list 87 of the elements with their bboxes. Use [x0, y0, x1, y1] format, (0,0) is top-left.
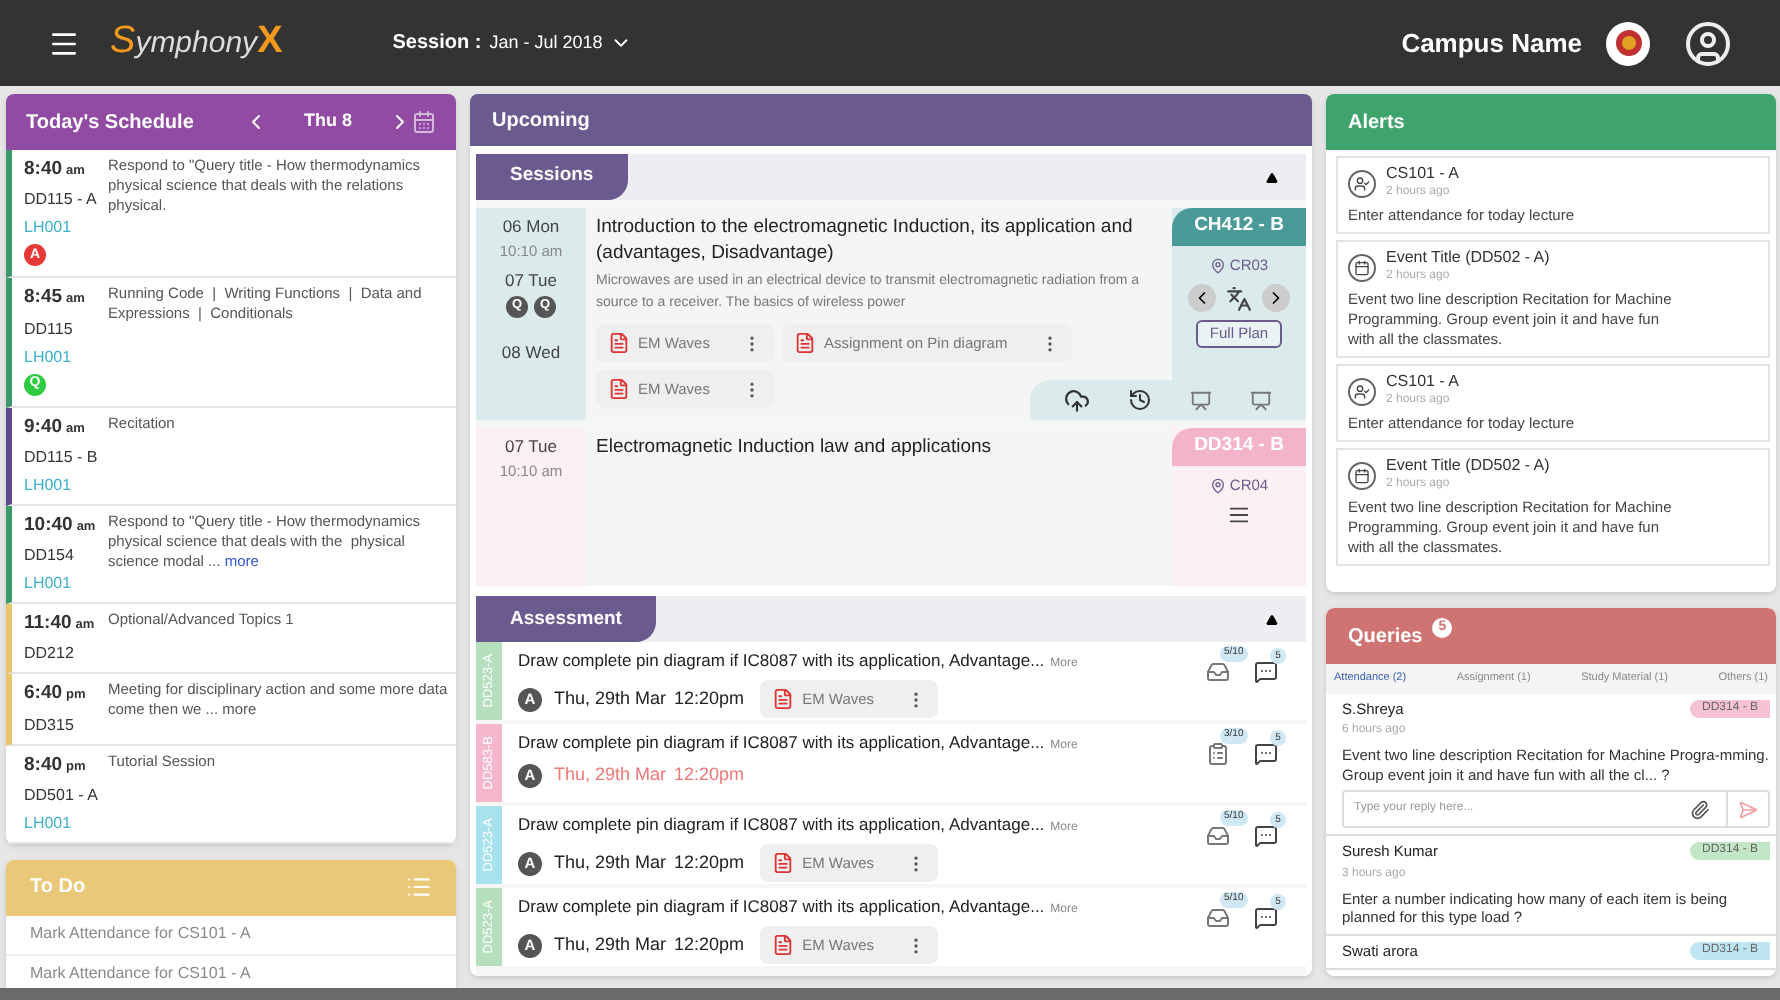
course-code: DD501 - A	[24, 783, 100, 808]
presentation-icon[interactable]	[1189, 389, 1212, 411]
session-day: 07 Tue	[505, 268, 557, 294]
pdf-file-icon	[793, 332, 816, 354]
checklist-icon[interactable]	[1206, 742, 1230, 767]
chat-icon[interactable]	[1254, 824, 1278, 849]
schedule-time: 8:40	[24, 751, 63, 779]
location-pin-icon	[1209, 257, 1226, 274]
session-label: Session :	[392, 30, 482, 58]
course-code: DD115	[24, 317, 75, 341]
due-time: 12:20pm	[674, 762, 745, 789]
translate-icon[interactable]	[1226, 285, 1252, 312]
session-day: 06 Mon	[502, 214, 560, 240]
location-pin-icon	[1209, 477, 1226, 494]
assessment-title: Draw complete pin diagram if IC8087 with its application, Advantage...	[518, 648, 1045, 674]
course-code: DD315	[24, 713, 76, 737]
tray-icon[interactable]	[1206, 906, 1230, 931]
calendar-icon	[1348, 253, 1376, 281]
attendance-icon	[1348, 377, 1376, 405]
alert-title: CS101 - A	[1386, 164, 1459, 184]
campus-emblem-icon	[1606, 21, 1650, 65]
session-day: 07 Tue	[505, 434, 557, 460]
section-tab[interactable]: Sessions	[476, 154, 628, 200]
tray-icon[interactable]	[1206, 660, 1230, 685]
alert-title: Event Title (DD502 - A)	[1386, 248, 1550, 268]
pdf-file-icon	[772, 852, 795, 875]
logo-text: Symphony	[110, 18, 258, 67]
section-tab[interactable]: Assessment	[476, 596, 656, 643]
schedule-time: 11:40	[24, 610, 72, 638]
assessment-title: Draw complete pin diagram if IC8087 with its application, Advantage...	[518, 894, 1045, 920]
due-time: 12:20pm	[674, 850, 745, 876]
due-date: Thu, 29th Mar	[554, 932, 667, 958]
session-dropdown[interactable]: Jan - Jul 2018	[489, 29, 633, 57]
menu-icon[interactable]	[48, 27, 80, 59]
chat-icon[interactable]	[1254, 742, 1278, 767]
next-icon[interactable]	[1262, 284, 1290, 313]
attach-icon[interactable]	[1690, 799, 1710, 820]
todo-title: To Do	[30, 874, 86, 903]
collapse-icon[interactable]	[1266, 613, 1278, 626]
chat-icon[interactable]	[1254, 660, 1278, 685]
assessment-title: Draw complete pin diagram if IC8087 with its application, Advantage...	[518, 730, 1045, 756]
alerts-title: Alerts	[1348, 109, 1405, 137]
calendar-icon	[1348, 461, 1376, 489]
due-time: 12:20pm	[674, 932, 745, 958]
course-code: DD115 - A	[24, 188, 99, 213]
assessment-title: Draw complete pin diagram if IC8087 with its application, Advantage...	[518, 812, 1045, 838]
schedule-time: 6:40	[24, 680, 63, 709]
send-icon	[1738, 799, 1758, 820]
todo-item[interactable]: Mark Attendance for CS101 - A	[6, 915, 456, 956]
upload-icon[interactable]	[1064, 387, 1091, 413]
session-day: 08 Wed	[501, 339, 561, 365]
chat-icon[interactable]	[1254, 906, 1278, 931]
alert-title: Event Title (DD502 - A)	[1386, 456, 1550, 476]
calendar-icon[interactable]	[412, 110, 436, 134]
campus-name: Campus Name	[1401, 25, 1582, 62]
attendance-icon	[1348, 169, 1376, 197]
schedule-time: 8:40	[24, 156, 63, 184]
upcoming-title: Upcoming	[492, 107, 590, 135]
course-tag: DD314 - B	[1172, 428, 1306, 466]
queries-title: Queries	[1348, 623, 1423, 651]
course-code: DD154	[24, 544, 76, 568]
notes-icon[interactable]	[1228, 504, 1250, 527]
pdf-file-icon	[772, 688, 795, 711]
pdf-file-icon	[608, 332, 630, 354]
course-code: DD115 - B	[24, 445, 100, 470]
previous-icon[interactable]	[1188, 284, 1216, 313]
logo-mark: X	[257, 18, 283, 67]
schedule-time: 10:40	[24, 511, 73, 540]
tray-icon[interactable]	[1206, 824, 1230, 849]
collapse-icon[interactable]	[1266, 171, 1278, 183]
alert-title: CS101 - A	[1386, 372, 1459, 392]
course-tag: CH412 - B	[1172, 208, 1306, 246]
schedule-time: 9:40	[24, 413, 63, 441]
schedule-date: Thu 8	[304, 108, 352, 135]
pdf-file-icon	[772, 934, 795, 957]
session-title: Introduction to the electromagnetic Induction, its application and (advantages, Disadvantage)	[596, 214, 1135, 266]
session-title: Electromagnetic Induction law and applications	[596, 434, 994, 460]
schedule-title: Today's Schedule	[26, 109, 194, 137]
due-date: Thu, 29th Mar	[554, 850, 667, 876]
user-avatar-icon[interactable]	[1684, 19, 1732, 67]
due-time: 12:20pm	[674, 686, 745, 712]
due-date: Thu, 29th Mar	[554, 762, 667, 789]
history-icon[interactable]	[1128, 388, 1153, 412]
course-code: DD212	[24, 642, 76, 667]
pdf-file-icon	[608, 378, 630, 400]
due-date: Thu, 29th Mar	[554, 686, 667, 712]
schedule-time: 8:45	[24, 284, 63, 313]
